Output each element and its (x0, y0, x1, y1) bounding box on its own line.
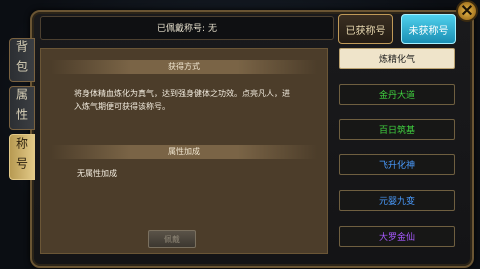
title-item[interactable]: 飞升化神 (339, 154, 455, 175)
title-item[interactable]: 大罗金仙 (339, 226, 455, 247)
close-button[interactable]: ✕ (456, 0, 478, 22)
side-tab-titles[interactable]: 称号 (9, 134, 35, 180)
section-header-obtain: 获得方式 (51, 60, 317, 74)
title-label: 百日筑基 (378, 126, 415, 136)
title-label: 炼精化气 (378, 55, 415, 65)
section-header-attributes: 属性加成 (51, 145, 317, 159)
worn-title-text: 已佩戴称号: 无 (157, 24, 217, 34)
side-tab-attributes[interactable]: 属性 (9, 86, 35, 130)
detail-panel: 获得方式 将身体精血炼化为真气，达到强身健体之功效。点亮凡人，进入炼气期便可获得… (40, 48, 328, 254)
title-label: 金丹大道 (378, 91, 415, 101)
title-label: 飞升化神 (378, 161, 415, 171)
title-label: 大罗金仙 (378, 233, 415, 243)
worn-title-bar: 已佩戴称号: 无 (40, 16, 334, 40)
equip-button[interactable]: 佩戴 (148, 230, 196, 248)
tab-obtained[interactable]: 已获称号 (338, 14, 393, 44)
title-item[interactable]: 元婴九变 (339, 190, 455, 211)
title-item[interactable]: 炼精化气 (339, 48, 455, 69)
title-item[interactable]: 百日筑基 (339, 119, 455, 140)
tab-not-obtained[interactable]: 未获称号 (401, 14, 456, 44)
close-icon: ✕ (460, 3, 474, 20)
side-tab-backpack[interactable]: 背包 (9, 38, 35, 82)
obtain-description: 将身体精血炼化为真气，达到强身健体之功效。点亮凡人，进入炼气期便可获得该称号。 (74, 89, 290, 111)
title-item[interactable]: 金丹大道 (339, 84, 455, 105)
title-label: 元婴九变 (378, 197, 415, 207)
attribute-text: 无属性加成 (77, 169, 117, 178)
